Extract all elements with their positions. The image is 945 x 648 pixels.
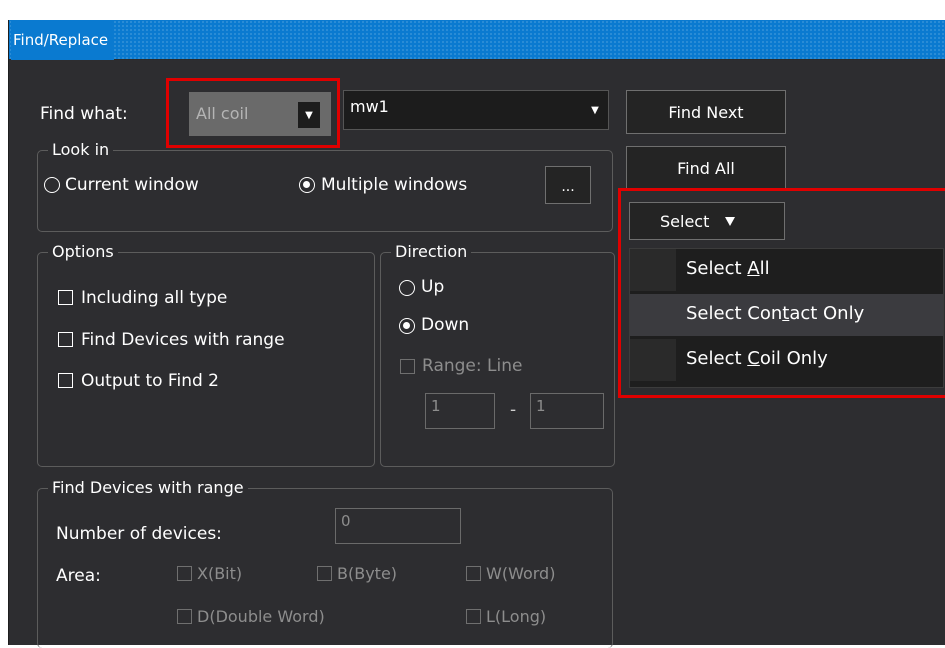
area-label: Area: [56,566,101,586]
w-word-label: W(Word) [486,564,556,583]
checkbox-range-line[interactable] [400,359,415,374]
multiple-windows-label: Multiple windows [321,175,468,195]
chevron-down-icon[interactable]: ▼ [582,91,608,129]
l-long-label: L(Long) [486,607,547,626]
up-label: Up [421,277,445,297]
checkbox-w-word[interactable] [466,566,481,581]
range-to-value: 1 [536,397,546,415]
current-window-label: Current window [65,175,199,195]
find-replace-dialog: Find/Replace Find what: All coil ▼ mw1 ▼… [8,20,945,648]
b-byte-label: B(Byte) [337,564,398,583]
number-of-devices-label: Number of devices: [56,524,222,544]
browse-windows-button[interactable]: ... [545,166,591,204]
find-next-label: Find Next [668,102,744,122]
range-to-input[interactable]: 1 [530,393,604,429]
x-bit-label: X(Bit) [197,564,243,583]
number-of-devices-value: 0 [341,512,351,530]
checkbox-find-devices-with-range[interactable] [58,332,73,347]
range-separator: - [510,400,517,420]
find-devices-with-range-label: Find Devices with range [81,330,285,350]
down-label: Down [421,315,470,335]
find-all-button[interactable]: Find All [626,146,786,190]
radio-up[interactable] [399,280,415,296]
options-legend: Options [48,242,118,261]
find-what-label: Find what: [40,104,128,124]
browse-label: ... [561,179,575,195]
d-double-word-label: D(Double Word) [197,607,325,626]
find-next-button[interactable]: Find Next [626,90,786,134]
range-line-label: Range: Line [422,356,523,376]
range-from-value: 1 [431,397,441,415]
checkbox-x-bit[interactable] [177,566,192,581]
options-group: Options [37,242,375,467]
including-all-type-label: Including all type [81,288,228,308]
radio-multiple-windows[interactable] [299,177,315,193]
range-from-input[interactable]: 1 [425,393,495,429]
checkbox-b-byte[interactable] [317,566,332,581]
find-what-value: mw1 [350,97,389,116]
number-of-devices-input[interactable]: 0 [335,508,461,544]
window-title: Find/Replace [11,20,115,60]
direction-legend: Direction [391,242,472,261]
find-all-label: Find All [677,158,735,178]
checkbox-d-double-word[interactable] [177,609,192,624]
title-bar[interactable]: Find/Replace [9,20,945,60]
checkbox-l-long[interactable] [466,609,481,624]
output-to-find2-label: Output to Find 2 [81,371,219,391]
find-what-input[interactable]: mw1 ▼ [343,90,609,130]
highlight-box-select-menu [618,188,945,398]
look-in-legend: Look in [48,140,114,159]
find-devices-range-legend: Find Devices with range [48,478,248,497]
highlight-box-type-combo [166,78,340,148]
checkbox-output-to-find2[interactable] [58,373,73,388]
checkbox-including-all-type[interactable] [58,290,73,305]
radio-down[interactable] [399,318,415,334]
radio-current-window[interactable] [44,177,60,193]
